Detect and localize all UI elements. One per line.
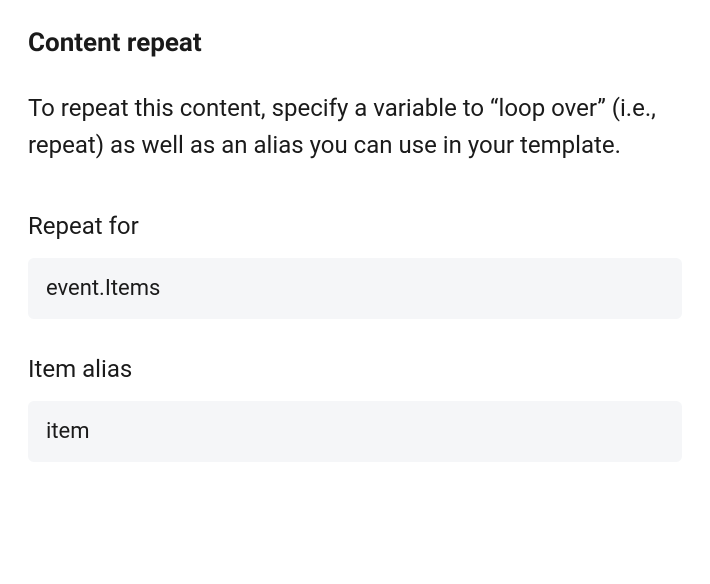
repeat-for-label: Repeat for — [28, 212, 682, 240]
item-alias-label: Item alias — [28, 355, 682, 383]
section-description: To repeat this content, specify a variab… — [28, 90, 682, 164]
section-title: Content repeat — [28, 28, 682, 58]
repeat-for-input[interactable] — [28, 258, 682, 319]
repeat-for-field-group: Repeat for — [28, 212, 682, 319]
item-alias-input[interactable] — [28, 401, 682, 462]
item-alias-field-group: Item alias — [28, 355, 682, 462]
